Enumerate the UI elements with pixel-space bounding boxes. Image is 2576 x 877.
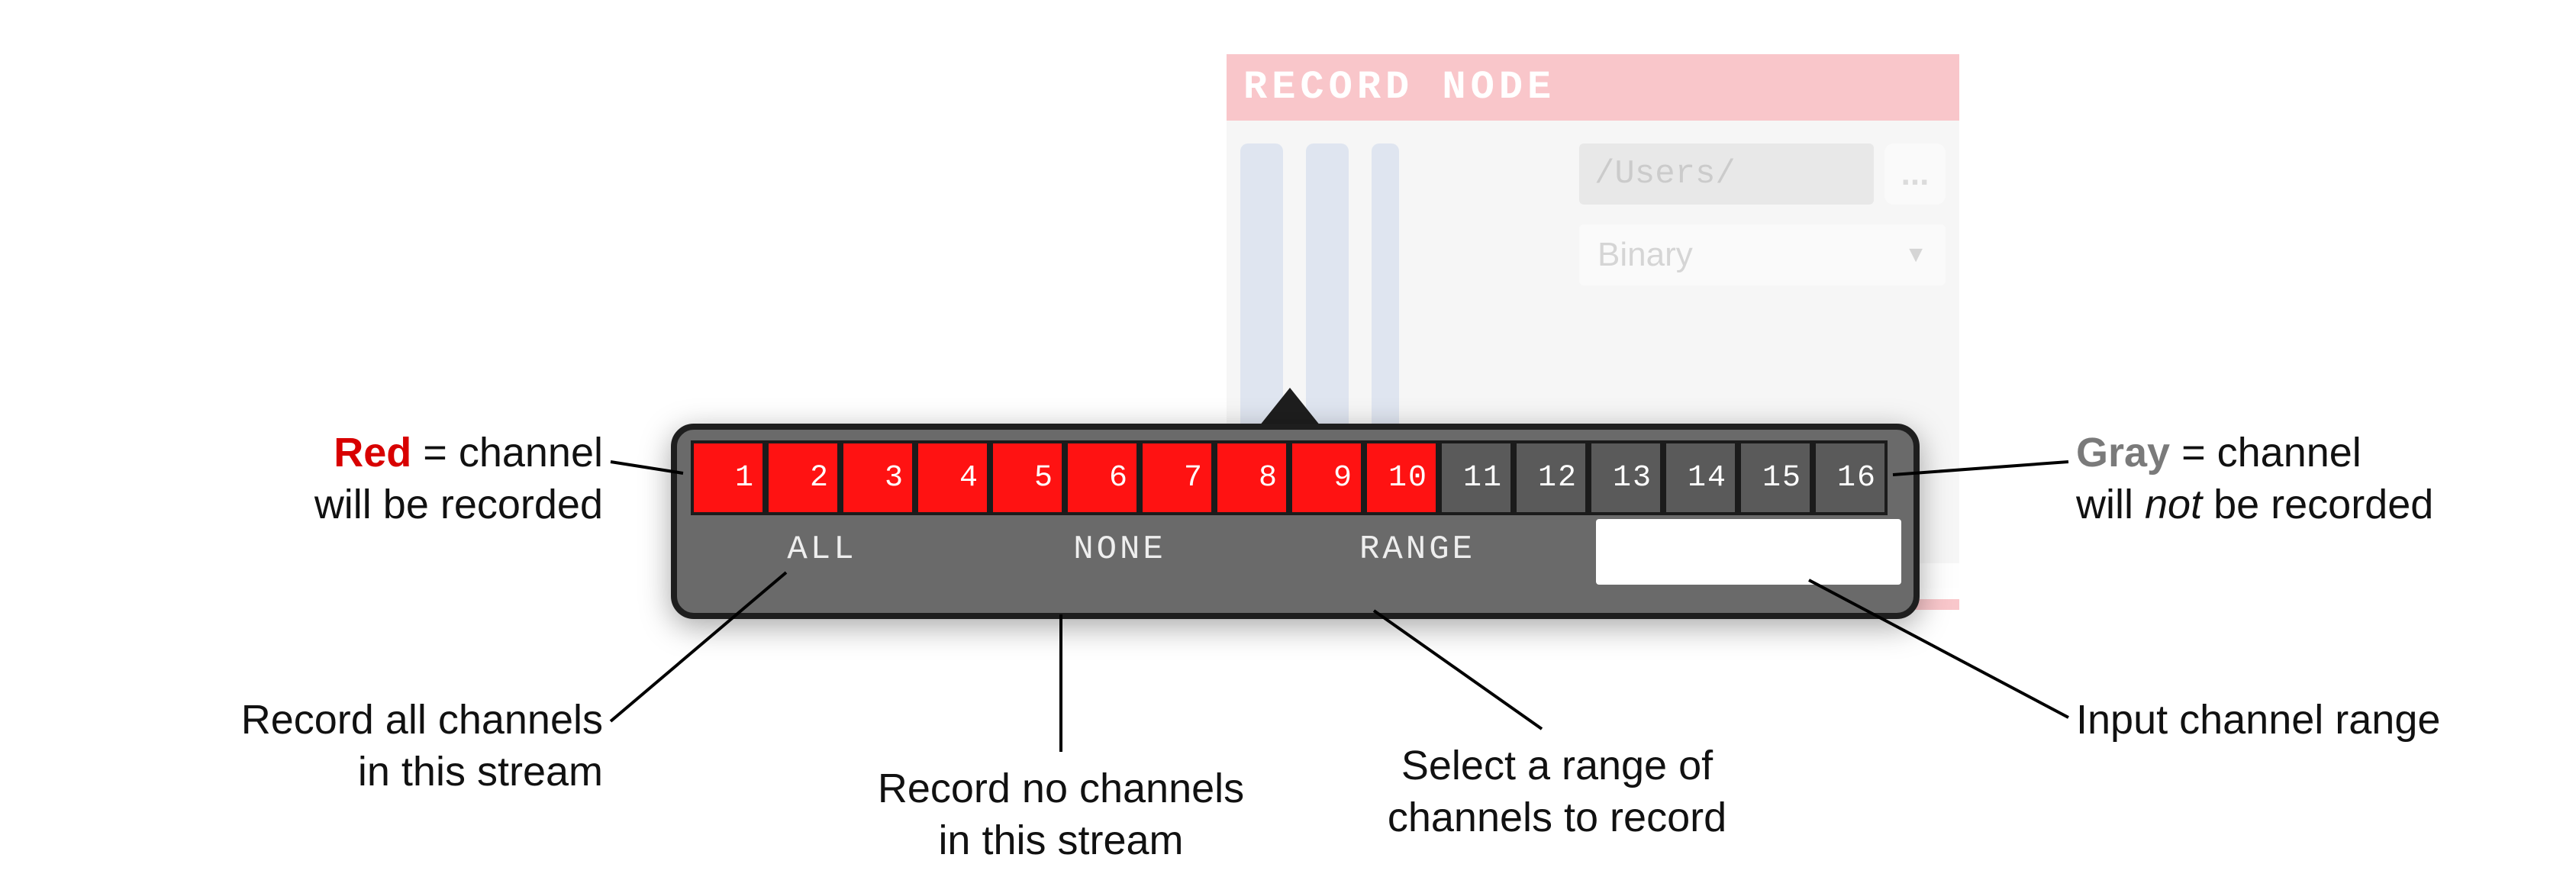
format-select[interactable]: Binary ▼ <box>1579 224 1946 285</box>
channel-cell-3[interactable]: 3 <box>840 440 915 515</box>
all-button[interactable]: ALL <box>677 515 967 588</box>
browse-button[interactable]: ... <box>1884 143 1946 205</box>
channel-cell-12[interactable]: 12 <box>1514 440 1588 515</box>
annotation-all-line1: Record all channels <box>241 697 603 743</box>
annotation-gray-not: not <box>2145 482 2202 527</box>
annotation-none: Record no channels in this stream <box>832 763 1290 866</box>
channel-row: 12345678910111213141516 <box>677 430 1913 515</box>
channel-cell-7[interactable]: 7 <box>1140 440 1214 515</box>
channel-selector-popup: 12345678910111213141516 ALL NONE RANGE <box>671 424 1920 619</box>
none-button[interactable]: NONE <box>967 515 1272 588</box>
leader-range <box>1374 611 1542 729</box>
path-row: /Users/ ... <box>1579 143 1946 205</box>
annotation-red-line2: will be recorded <box>314 482 603 527</box>
annotation-red-word: Red <box>334 430 411 476</box>
channel-cell-8[interactable]: 8 <box>1214 440 1289 515</box>
annotation-range-line1: Select a range of <box>1401 743 1713 788</box>
path-input[interactable]: /Users/ <box>1579 143 1874 205</box>
channel-cell-15[interactable]: 15 <box>1738 440 1813 515</box>
channel-cell-5[interactable]: 5 <box>990 440 1065 515</box>
annotation-gray-line2a: will <box>2076 482 2145 527</box>
stream-bar <box>1372 143 1399 449</box>
channel-cell-10[interactable]: 10 <box>1364 440 1439 515</box>
annotation-input: Input channel range <box>2076 695 2534 746</box>
panel-title: RECORD NODE <box>1227 54 1959 121</box>
annotation-gray: Gray = channel will not be recorded <box>2076 427 2534 530</box>
annotation-gray-rest: = channel <box>2170 430 2362 476</box>
channel-cell-16[interactable]: 16 <box>1813 440 1888 515</box>
path-value: /Users/ <box>1594 155 1736 193</box>
annotation-range: Select a range of channels to record <box>1343 740 1771 843</box>
channel-cell-9[interactable]: 9 <box>1289 440 1364 515</box>
annotation-range-line2: channels to record <box>1388 795 1726 840</box>
annotation-all: Record all channels in this stream <box>0 695 603 798</box>
channel-cell-2[interactable]: 2 <box>766 440 840 515</box>
annotation-gray-line2b: be recorded <box>2202 482 2433 527</box>
annotation-none-line1: Record no channels <box>878 766 1244 811</box>
channel-cell-1[interactable]: 1 <box>691 440 766 515</box>
channel-cell-6[interactable]: 6 <box>1065 440 1140 515</box>
channel-cell-14[interactable]: 14 <box>1663 440 1738 515</box>
popup-caret-icon <box>1259 388 1320 426</box>
chevron-down-icon: ▼ <box>1904 242 1927 268</box>
annotation-red-rest: = channel <box>411 430 603 476</box>
annotation-red: Red = channel will be recorded <box>0 427 603 530</box>
ellipsis-icon: ... <box>1901 155 1930 193</box>
annotation-all-line2: in this stream <box>358 749 603 795</box>
range-input[interactable] <box>1596 519 1901 585</box>
format-value: Binary <box>1598 236 1693 274</box>
channel-cell-11[interactable]: 11 <box>1439 440 1514 515</box>
annotation-gray-word: Gray <box>2076 430 2170 476</box>
annotation-none-line2: in this stream <box>938 817 1183 863</box>
button-row: ALL NONE RANGE <box>677 515 1913 588</box>
channel-cell-13[interactable]: 13 <box>1588 440 1663 515</box>
channel-cell-4[interactable]: 4 <box>915 440 990 515</box>
range-button[interactable]: RANGE <box>1272 515 1562 588</box>
annotation-input-line: Input channel range <box>2076 697 2440 743</box>
